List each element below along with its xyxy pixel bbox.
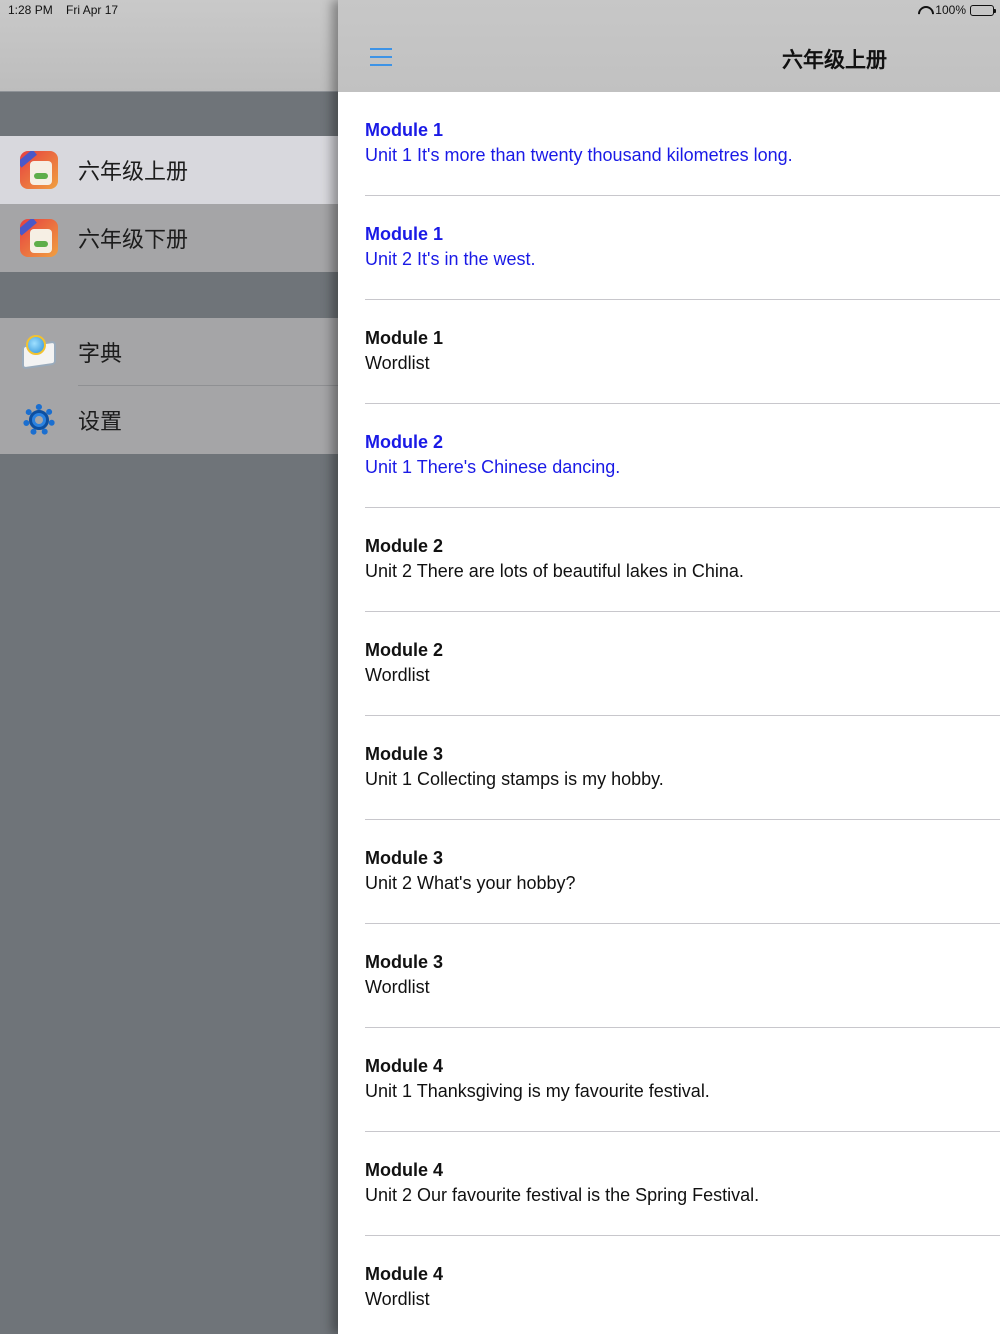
- book-cover-icon: [20, 219, 58, 257]
- status-date: Fri Apr 17: [66, 3, 119, 17]
- status-bar-right: 100%: [917, 3, 996, 17]
- module-title: Module 3: [365, 744, 444, 764]
- module-title: Module 2: [365, 536, 444, 556]
- sidebar-item-settings[interactable]: 设置: [0, 386, 338, 454]
- hamburger-menu-icon[interactable]: [370, 48, 392, 66]
- navigation-bar: 100% 六年级上册: [338, 0, 1000, 92]
- module-title: Module 2: [365, 640, 444, 660]
- list-item[interactable]: Module 4 Unit 1 Thanksgiving is my favour…: [338, 1028, 1000, 1132]
- sidebar: 1:28 PM Fri Apr 17 六年级上册 六年级下册 字典 设置: [0, 0, 338, 1334]
- sidebar-tools-group: 字典 设置: [0, 318, 338, 454]
- module-title: Module 2: [365, 432, 444, 452]
- list-item[interactable]: Module 2 Wordlist: [338, 612, 1000, 716]
- wifi-icon: [917, 5, 931, 15]
- list-item[interactable]: Module 2 Unit 1 There's Chinese dancing.: [338, 404, 1000, 508]
- sidebar-item-label: 字典: [78, 342, 123, 367]
- sidebar-books-group: 六年级上册 六年级下册: [0, 136, 338, 272]
- sidebar-item-label: 六年级下册: [78, 228, 189, 253]
- main-panel: 100% 六年级上册 Module 1 Unit 1 It's more than…: [338, 0, 1000, 1334]
- lesson-list: Module 1 Unit 1 It's more than twenty tho…: [338, 92, 1000, 1334]
- page-title: 六年级上册: [782, 48, 887, 72]
- sidebar-header: 1:28 PM Fri Apr 17: [0, 0, 338, 92]
- list-item[interactable]: Module 3 Unit 2 What's your hobby?: [338, 820, 1000, 924]
- book-cover-icon: [20, 151, 58, 189]
- status-time: 1:28 PM: [8, 3, 53, 17]
- sidebar-item-label: 设置: [78, 410, 123, 435]
- list-item[interactable]: Module 3 Wordlist: [338, 924, 1000, 1028]
- unit-title: Unit 2 What's your hobby?: [365, 873, 576, 893]
- sidebar-item-grade6-vol1[interactable]: 六年级上册: [0, 136, 338, 204]
- unit-title: Wordlist: [365, 977, 430, 997]
- status-bar-left: 1:28 PM Fri Apr 17: [8, 3, 128, 17]
- list-item[interactable]: Module 1 Wordlist: [338, 300, 1000, 404]
- sidebar-item-grade6-vol2[interactable]: 六年级下册: [0, 204, 338, 272]
- sidebar-item-label: 六年级上册: [78, 160, 189, 185]
- list-item[interactable]: Module 1 Unit 1 It's more than twenty tho…: [338, 92, 1000, 196]
- unit-title: Unit 2 It's in the west.: [365, 249, 536, 269]
- module-title: Module 1: [365, 120, 444, 140]
- unit-title: Unit 2 Our favourite festival is the Spr…: [365, 1185, 760, 1205]
- list-item[interactable]: Module 3 Unit 1 Collecting stamps is my h…: [338, 716, 1000, 820]
- unit-title: Wordlist: [365, 353, 430, 373]
- sidebar-item-dictionary[interactable]: 字典: [0, 318, 338, 386]
- module-title: Module 4: [365, 1264, 444, 1284]
- unit-title: Unit 1 It's more than twenty thousand ki…: [365, 145, 793, 165]
- module-title: Module 1: [365, 224, 444, 244]
- module-title: Module 3: [365, 848, 444, 868]
- list-item[interactable]: Module 4 Unit 2 Our favourite festival is…: [338, 1132, 1000, 1236]
- unit-title: Wordlist: [365, 665, 430, 685]
- battery-icon: [970, 4, 996, 16]
- unit-title: Unit 1 Collecting stamps is my hobby.: [365, 769, 664, 789]
- gear-icon: [20, 401, 58, 439]
- module-title: Module 4: [365, 1160, 444, 1180]
- dictionary-icon: [20, 333, 58, 371]
- module-title: Module 4: [365, 1056, 444, 1076]
- list-item[interactable]: Module 4 Wordlist: [338, 1236, 1000, 1334]
- battery-percent: 100%: [935, 3, 966, 17]
- unit-title: Unit 1 There's Chinese dancing.: [365, 457, 621, 477]
- module-title: Module 1: [365, 328, 444, 348]
- list-item[interactable]: Module 1 Unit 2 It's in the west.: [338, 196, 1000, 300]
- unit-title: Wordlist: [365, 1289, 430, 1309]
- list-item[interactable]: Module 2 Unit 2 There are lots of beautif…: [338, 508, 1000, 612]
- module-title: Module 3: [365, 952, 444, 972]
- unit-title: Unit 2 There are lots of beautiful lakes…: [365, 561, 744, 581]
- unit-title: Unit 1 Thanksgiving is my favourite fest…: [365, 1081, 710, 1101]
